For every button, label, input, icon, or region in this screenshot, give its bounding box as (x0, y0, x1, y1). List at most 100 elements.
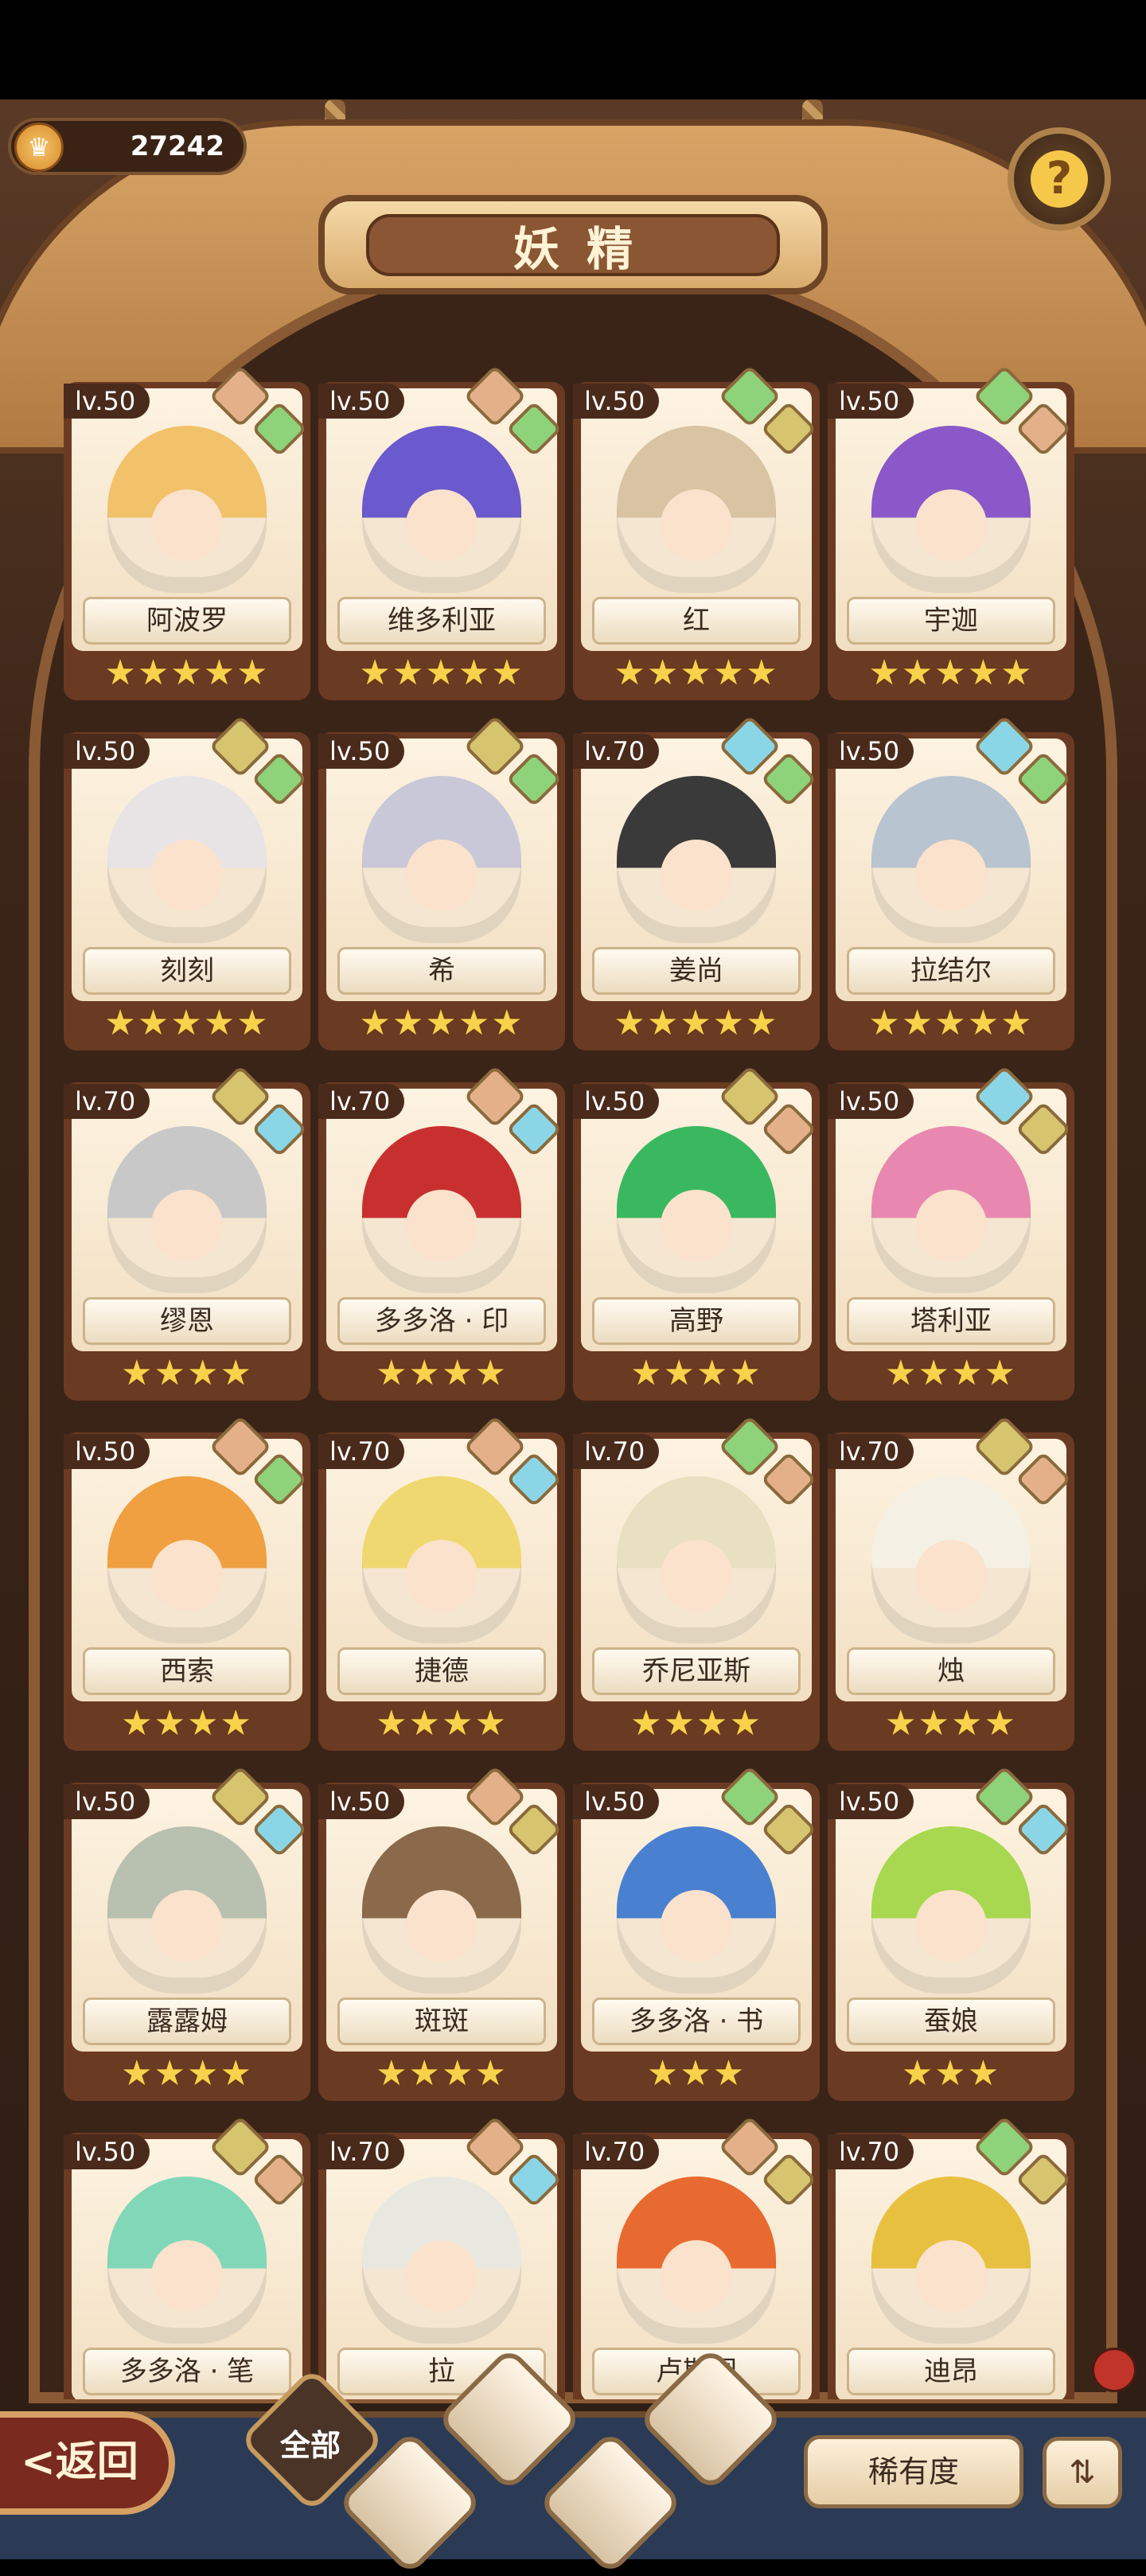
fairy-card[interactable]: lv.50 希 ★★★★★ (318, 715, 565, 1050)
fairy-name: 多多洛 · 笔 (83, 2348, 291, 2395)
fairy-card[interactable]: lv.50 西索 ★★★★ (64, 1415, 310, 1751)
star-rating: ★★★★★ (868, 653, 1034, 693)
fairy-name: 维多利亚 (337, 597, 546, 645)
star-rating: ★★★★ (376, 2053, 508, 2094)
fairy-name: 阿波罗 (83, 597, 291, 645)
fairy-name: 缪恩 (83, 1297, 291, 1345)
fairy-portrait (362, 1826, 521, 1993)
fairy-card[interactable]: lv.50 宇迦 ★★★★★ (828, 366, 1074, 700)
fairy-card[interactable]: lv.50 拉结尔 ★★★★★ (828, 715, 1074, 1050)
fairy-portrait (617, 2177, 776, 2344)
star-rating: ★★★★ (121, 1353, 253, 1393)
star-rating: ★★★★★ (104, 1003, 270, 1043)
fairy-portrait (871, 426, 1031, 593)
fairy-card[interactable]: lv.70 缪恩 ★★★★ (64, 1065, 310, 1401)
fairy-card[interactable]: lv.70 烛 ★★★★ (828, 1415, 1074, 1751)
fairy-name: 希 (337, 947, 546, 995)
question-mark-icon: ? (1031, 150, 1088, 208)
star-rating: ★★★★ (630, 1703, 762, 1744)
rarity-sort-button[interactable]: 稀有度 (804, 2435, 1023, 2508)
sort-order-button[interactable]: ⇅ (1043, 2437, 1122, 2508)
star-rating: ★★★★ (376, 1353, 508, 1393)
fairy-portrait (107, 1126, 267, 1293)
fairy-name: 刻刻 (83, 947, 291, 995)
star-rating: ★★★★ (630, 1353, 762, 1393)
fairy-card[interactable]: lv.50 刻刻 ★★★★★ (64, 715, 310, 1050)
fairy-card[interactable]: lv.70 多多洛 · 印 ★★★★ (318, 1065, 565, 1401)
fairy-name: 多多洛 · 印 (337, 1297, 546, 1345)
level-label: lv.70 (318, 1084, 405, 1119)
fairy-portrait (362, 1476, 521, 1643)
fairy-portrait (107, 1476, 267, 1643)
fairy-portrait (871, 1826, 1031, 1993)
fairy-name: 高野 (592, 1297, 801, 1345)
level-label: lv.70 (318, 2134, 405, 2169)
fairy-card[interactable]: lv.50 斑斑 ★★★★ (318, 1765, 565, 2101)
star-rating: ★★★★ (376, 1703, 508, 1744)
fairy-portrait (617, 776, 776, 943)
fairy-card[interactable]: lv.70 拉 (318, 2115, 565, 2399)
level-label: lv.50 (64, 1784, 150, 1819)
star-rating: ★★★★ (121, 1703, 253, 1744)
fairy-name: 拉结尔 (847, 947, 1055, 995)
fairy-card[interactable]: lv.50 露露姆 ★★★★ (64, 1765, 310, 2101)
level-label: lv.50 (828, 1084, 914, 1119)
fairy-card[interactable]: lv.70 姜尚 ★★★★★ (573, 715, 820, 1050)
fairy-card[interactable]: lv.70卢斯图 (573, 2115, 820, 2399)
fairy-card[interactable]: lv.70 捷德 ★★★★ (318, 1415, 565, 1751)
fairy-portrait (617, 1126, 776, 1293)
star-rating: ★★★★★ (359, 1003, 524, 1043)
level-label: lv.50 (64, 734, 150, 769)
fairy-name: 迪昂 (847, 2348, 1055, 2395)
star-rating: ★★★ (901, 2053, 1001, 2094)
level-label: lv.50 (64, 384, 150, 419)
fairy-name: 红 (592, 597, 801, 645)
star-rating: ★★★★★ (868, 1003, 1034, 1043)
fairy-name: 露露姆 (83, 1997, 291, 2045)
fairy-portrait (617, 1826, 776, 1993)
fairy-portrait (362, 426, 521, 593)
fairy-card[interactable]: lv.50 红 ★★★★★ (573, 366, 820, 700)
crown-coin-icon: ♛ (14, 123, 64, 172)
star-rating: ★★★★ (885, 1703, 1017, 1744)
level-label: lv.50 (318, 384, 405, 419)
level-label: lv.70 (828, 1434, 914, 1469)
fairy-name: 蚕娘 (847, 1997, 1055, 2045)
fairy-card[interactable]: lv.50 阿波罗 ★★★★★ (64, 366, 310, 700)
back-button[interactable]: <返回 (0, 2411, 175, 2515)
filter-all-label: 全部 (280, 2428, 341, 2463)
help-button[interactable]: ? (1008, 127, 1111, 231)
status-bar-area (0, 0, 1146, 99)
title-board: 妖精 (318, 195, 828, 294)
fairy-name: 捷德 (337, 1647, 546, 1695)
fairy-name: 宇迦 (847, 597, 1055, 645)
fairy-name: 乔尼亚斯 (592, 1647, 801, 1695)
fairy-name: 烛 (847, 1647, 1055, 1695)
fairy-card[interactable]: lv.50 多多洛 · 书 ★★★ (573, 1765, 820, 2101)
fairy-name: 姜尚 (592, 947, 801, 995)
fairy-name: 塔利亚 (847, 1297, 1055, 1345)
fairy-name: 多多洛 · 书 (592, 1997, 801, 2045)
level-label: lv.50 (828, 384, 914, 419)
fairy-name: 西索 (83, 1647, 291, 1695)
level-label: lv.50 (64, 2134, 150, 2169)
fairy-card[interactable]: lv.50 蚕娘 ★★★ (828, 1765, 1074, 2101)
fairy-card[interactable]: lv.50 高野 ★★★★ (573, 1065, 820, 1401)
star-rating: ★★★★★ (614, 1003, 779, 1043)
level-label: lv.50 (828, 1784, 914, 1819)
sort-list-icon: ⇅ (1069, 2454, 1096, 2491)
fairy-card[interactable]: lv.50 维多利亚 ★★★★★ (318, 366, 565, 700)
fairy-card[interactable]: lv.70 乔尼亚斯 ★★★★ (573, 1415, 820, 1751)
fairy-portrait (871, 1126, 1031, 1293)
fairy-portrait (107, 776, 267, 943)
fairy-card[interactable]: lv.50 多多洛 · 笔 (64, 2115, 310, 2399)
level-label: lv.50 (828, 734, 914, 769)
ladybug-icon[interactable] (1092, 2348, 1136, 2392)
star-rating: ★★★ (646, 2053, 746, 2094)
fairy-portrait (871, 2177, 1031, 2344)
fairy-card[interactable]: lv.50 塔利亚 ★★★★ (828, 1065, 1074, 1401)
level-label: lv.70 (64, 1084, 150, 1119)
fairy-card[interactable]: lv.70 迪昂 (828, 2115, 1074, 2399)
fairy-portrait (107, 426, 267, 593)
level-label: lv.50 (573, 1084, 660, 1119)
